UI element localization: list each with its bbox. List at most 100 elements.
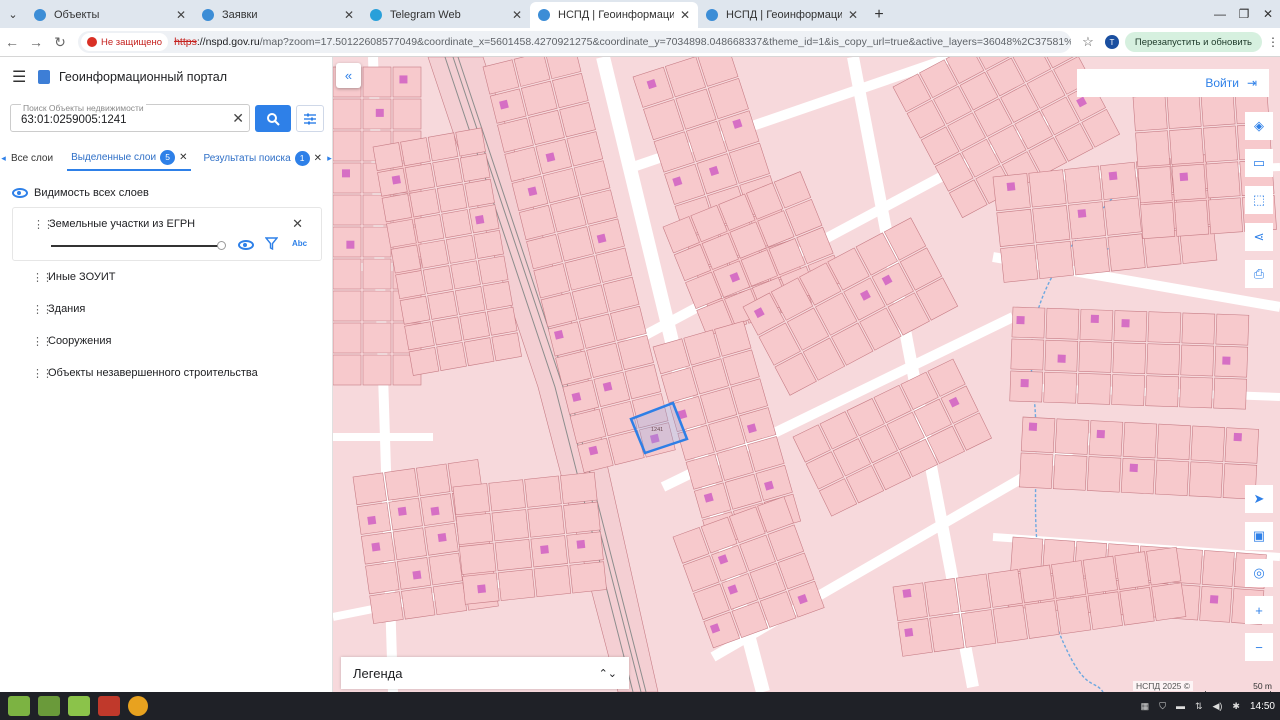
parcel[interactable] xyxy=(987,569,1023,608)
insecure-site-badge[interactable]: Не защищено xyxy=(81,33,169,51)
parcel[interactable] xyxy=(399,295,431,325)
tab-selected-layers[interactable]: Выделенные слои 5 ✕ xyxy=(67,145,192,171)
browser-tab[interactable]: Telegram Web ✕ xyxy=(362,2,530,28)
parcel[interactable] xyxy=(1114,551,1150,590)
parcel[interactable] xyxy=(352,472,387,506)
geolocation-icon[interactable]: ◎ xyxy=(1245,559,1273,587)
parcel[interactable] xyxy=(1203,125,1238,163)
layer-row[interactable]: ⋮⋮ Сооружения xyxy=(32,335,111,348)
parcel[interactable] xyxy=(362,290,392,322)
building[interactable] xyxy=(430,506,440,516)
close-icon[interactable]: ✕ xyxy=(848,8,858,22)
parcel[interactable] xyxy=(409,188,440,218)
parcel[interactable] xyxy=(333,354,362,386)
opacity-slider[interactable] xyxy=(51,245,223,247)
parcel[interactable] xyxy=(436,183,468,213)
zoom-out-icon[interactable]: − xyxy=(1245,633,1273,661)
parcel[interactable] xyxy=(1208,197,1243,235)
parcel[interactable] xyxy=(404,321,435,351)
browser-menu-icon[interactable]: ⋮ xyxy=(1266,35,1280,49)
zoom-in-icon[interactable]: + xyxy=(1245,596,1273,624)
building[interactable] xyxy=(902,588,912,598)
drag-handle-icon[interactable]: ⋮⋮ xyxy=(32,271,53,284)
parcel[interactable] xyxy=(400,137,431,167)
building[interactable] xyxy=(399,75,408,84)
parcel[interactable] xyxy=(1086,456,1122,493)
building[interactable] xyxy=(475,215,485,225)
parcel[interactable] xyxy=(452,483,491,516)
opacity-slider-handle[interactable] xyxy=(217,241,226,250)
parcel[interactable] xyxy=(473,229,504,259)
drag-handle-icon[interactable]: ⋮⋮ xyxy=(32,303,53,316)
parcel[interactable] xyxy=(482,281,513,311)
parcel[interactable] xyxy=(524,475,562,508)
minimize-icon[interactable]: — xyxy=(1208,7,1232,21)
reload-icon[interactable]: ↻ xyxy=(48,34,72,51)
parcel[interactable] xyxy=(491,332,522,362)
parcel[interactable] xyxy=(333,98,362,130)
parcel[interactable] xyxy=(1052,454,1088,491)
building[interactable] xyxy=(1209,595,1219,604)
drag-handle-icon[interactable]: ⋮⋮ xyxy=(32,367,53,380)
profile-avatar[interactable]: T xyxy=(1104,35,1119,49)
parcel[interactable] xyxy=(497,568,536,601)
building[interactable] xyxy=(341,169,350,178)
collapse-panel-button[interactable]: « xyxy=(336,63,361,88)
building[interactable] xyxy=(1090,314,1099,323)
parcel[interactable] xyxy=(392,527,427,561)
browser-tab[interactable]: Заявки ✕ xyxy=(194,2,362,28)
parcel[interactable] xyxy=(333,162,362,194)
parcel[interactable] xyxy=(1213,377,1247,410)
parcel[interactable] xyxy=(1028,169,1067,208)
tab-all-layers[interactable]: Все слои xyxy=(7,145,57,171)
layer-row[interactable]: ⋮⋮ Объекты незавершенного строительства xyxy=(32,367,258,380)
map-canvas[interactable]: 1241 « Войти ⇥ ◈ ▭ ⬚ ⋖ ⎙ ➤ ▣ ◎ + − Легенд… xyxy=(333,57,1280,692)
parcel[interactable] xyxy=(1188,461,1224,498)
parcel[interactable] xyxy=(1146,546,1182,586)
parcel[interactable] xyxy=(401,586,436,620)
parcel[interactable] xyxy=(1068,201,1107,240)
parcel[interactable] xyxy=(996,208,1035,247)
parcel[interactable] xyxy=(961,609,997,648)
parcel[interactable] xyxy=(404,162,436,192)
browser-tab[interactable]: НСПД | Геоинформационн✕ xyxy=(698,2,866,28)
parcel[interactable] xyxy=(390,244,422,274)
parcel[interactable] xyxy=(362,322,392,354)
parcel[interactable] xyxy=(477,255,509,285)
parcel[interactable] xyxy=(1112,342,1147,374)
building[interactable] xyxy=(904,627,914,638)
search-input[interactable] xyxy=(21,114,231,126)
parcel[interactable] xyxy=(924,578,960,617)
parcel[interactable] xyxy=(362,258,392,290)
parcel[interactable] xyxy=(377,167,408,197)
parcel[interactable] xyxy=(1169,127,1205,165)
parcel[interactable] xyxy=(432,582,468,615)
parcel[interactable] xyxy=(333,130,362,162)
parcel[interactable] xyxy=(1214,345,1249,378)
window-close-icon[interactable]: ✕ xyxy=(1256,7,1280,21)
parcel[interactable] xyxy=(422,265,454,295)
parcel[interactable] xyxy=(1111,374,1145,406)
building[interactable] xyxy=(1077,209,1087,218)
parcel[interactable] xyxy=(1145,375,1179,408)
parcel[interactable] xyxy=(1201,550,1235,587)
parcel[interactable] xyxy=(455,512,494,546)
building[interactable] xyxy=(391,175,401,185)
parcel[interactable] xyxy=(1103,197,1142,236)
parcel[interactable] xyxy=(1078,341,1113,373)
parcel[interactable] xyxy=(1224,427,1259,464)
volume-icon[interactable]: ◀) xyxy=(1213,701,1223,712)
back-arrow-icon[interactable]: ← xyxy=(0,34,24,50)
parcel[interactable] xyxy=(1199,585,1233,623)
visibility-all-toggle[interactable]: Видимость всех слоев xyxy=(12,187,149,199)
parcel[interactable] xyxy=(1179,376,1213,409)
parcel[interactable] xyxy=(1113,310,1148,342)
parcel[interactable] xyxy=(491,509,530,542)
terminal-icon[interactable] xyxy=(98,696,120,716)
parcel[interactable] xyxy=(1043,371,1078,404)
remove-layer-icon[interactable]: ✕ xyxy=(292,216,303,232)
drag-handle-icon[interactable]: ⋮⋮ xyxy=(32,335,53,348)
search-settings-button[interactable] xyxy=(296,105,324,132)
parcel[interactable] xyxy=(392,98,422,130)
parcel[interactable] xyxy=(1000,244,1039,283)
